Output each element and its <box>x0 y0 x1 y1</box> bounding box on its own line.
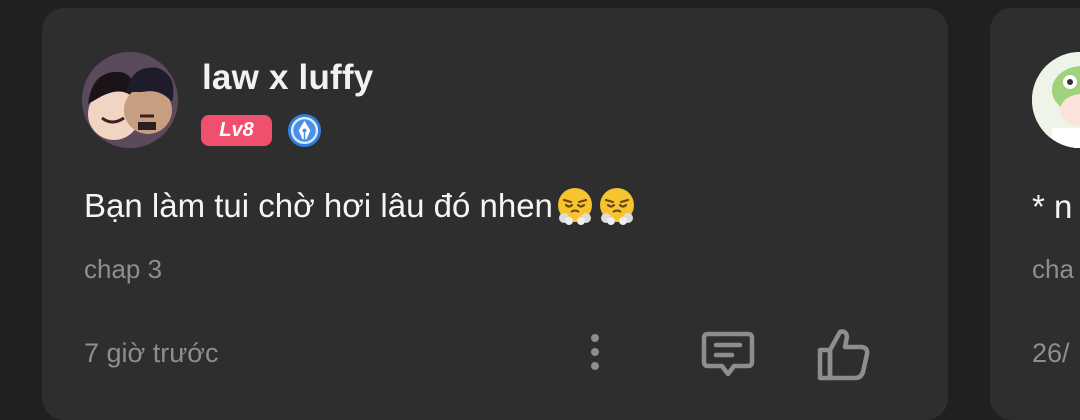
reply-comment-icon[interactable] <box>700 328 756 380</box>
pen-nib-badge-icon <box>287 113 322 148</box>
timestamp: 7 giờ trước <box>84 338 219 368</box>
avatar-image <box>1032 52 1080 148</box>
level-badge: Lv8 <box>201 115 272 146</box>
next-comment-card: * n cha 26/ <box>990 8 1080 420</box>
avatar[interactable] <box>82 52 178 148</box>
comment-body: Bạn làm tui chờ hơi lâu đó nhen <box>84 187 553 224</box>
huffing-face-emoji-icon <box>557 188 592 225</box>
chapter-label[interactable]: chap 3 <box>84 254 162 285</box>
chapter-label[interactable]: cha <box>1032 254 1074 285</box>
like-thumbs-up-icon[interactable] <box>816 326 872 382</box>
comment-text-partial: * n <box>1032 188 1073 225</box>
comment-text: Bạn làm tui chờ hơi lâu đó nhen <box>84 186 637 226</box>
avatar[interactable] <box>1032 52 1080 148</box>
comment-card: law x luffy Lv8 Bạn làm tui chờ hơi lâu … <box>42 8 948 420</box>
avatar-image <box>82 52 178 148</box>
username[interactable]: law x luffy <box>202 58 373 98</box>
more-options-icon[interactable] <box>582 330 608 374</box>
huffing-face-emoji-icon <box>599 188 634 225</box>
timestamp: 26/ <box>1032 338 1070 368</box>
